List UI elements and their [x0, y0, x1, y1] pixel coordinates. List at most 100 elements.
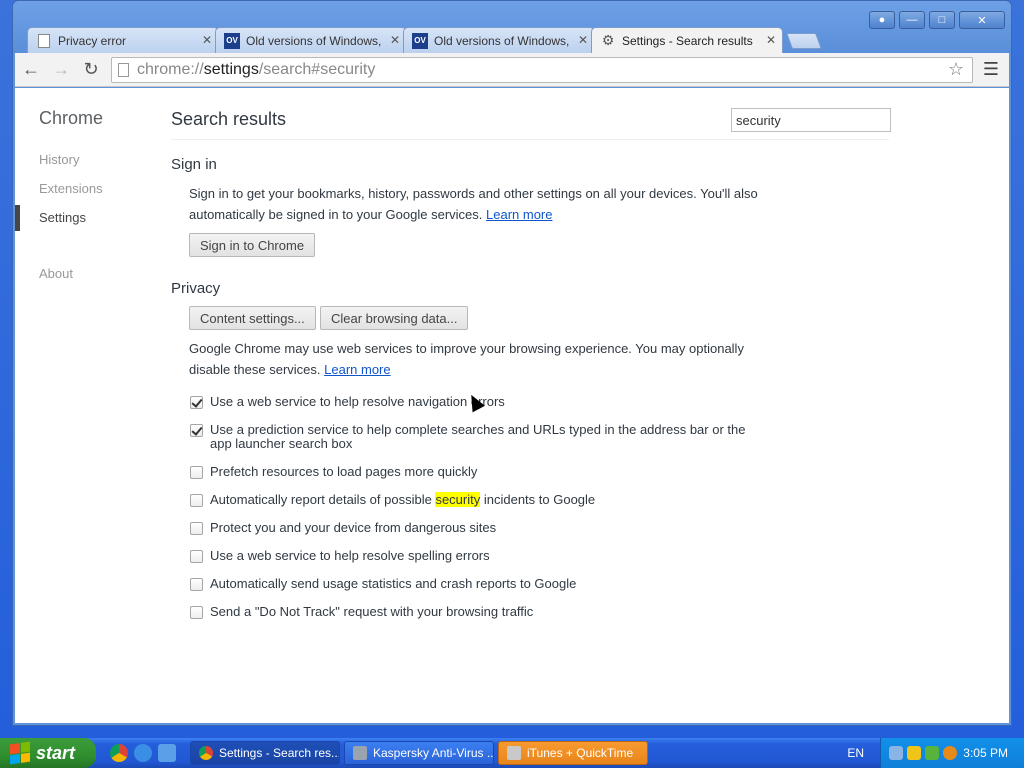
- language-indicator[interactable]: EN: [847, 746, 864, 760]
- option-do-not-track[interactable]: Send a "Do Not Track" request with your …: [190, 605, 770, 619]
- new-tab-button[interactable]: [786, 33, 822, 49]
- tab-strip: Privacy error ✕ OV Old versions of Windo…: [27, 27, 822, 53]
- task-label: Kaspersky Anti-Virus ...: [373, 746, 494, 760]
- menu-icon[interactable]: ☰: [977, 56, 1005, 84]
- option-security-reports[interactable]: Automatically report details of possible…: [190, 492, 770, 507]
- minimize-button[interactable]: —: [899, 11, 925, 29]
- forward-arrow-icon[interactable]: →: [47, 56, 75, 84]
- security-shield-icon[interactable]: [907, 746, 921, 760]
- sidebar-brand: Chrome: [39, 108, 104, 128]
- gear-icon: ⚙: [601, 32, 615, 48]
- url-host: settings: [203, 60, 259, 78]
- option-usage-stats[interactable]: Automatically send usage statistics and …: [190, 577, 770, 591]
- checkbox-label: Use a prediction service to help complet…: [210, 422, 746, 451]
- search-highlight: security: [435, 492, 481, 507]
- signin-description: Sign in to get your bookmarks, history, …: [189, 183, 779, 225]
- checkbox-label: Automatically report details of possible…: [210, 492, 770, 507]
- page-icon: [118, 62, 129, 77]
- label-text: Automatically report details of possible: [210, 492, 436, 507]
- checkbox[interactable]: [190, 396, 203, 409]
- checkbox-label: Protect you and your device from dangero…: [210, 520, 497, 535]
- maximize-button[interactable]: □: [929, 11, 955, 29]
- start-button[interactable]: start: [0, 738, 96, 768]
- chrome-icon: [199, 746, 213, 760]
- privacy-description: Google Chrome may use web services to im…: [189, 338, 779, 380]
- profile-icon[interactable]: ●: [869, 11, 895, 29]
- search-icon[interactable]: [943, 746, 957, 760]
- tab-close-icon[interactable]: ✕: [766, 33, 776, 47]
- checkbox[interactable]: [190, 522, 203, 535]
- selected-marker: [15, 205, 20, 231]
- tab-old-versions-2[interactable]: OV Old versions of Windows, Ma ✕: [403, 27, 595, 53]
- checkbox[interactable]: [190, 578, 203, 591]
- tab-close-icon[interactable]: ✕: [578, 33, 588, 47]
- task-label: Settings - Search res...: [219, 746, 340, 760]
- bookmark-star-icon[interactable]: ☆: [948, 59, 964, 80]
- ie-icon[interactable]: [134, 744, 152, 762]
- taskbar: start Settings - Search res... Kaspersky…: [0, 738, 1024, 768]
- tab-close-icon[interactable]: ✕: [202, 33, 212, 47]
- sign-in-button[interactable]: Sign in to Chrome: [189, 233, 316, 257]
- privacy-learn-more-link[interactable]: Learn more: [324, 362, 390, 377]
- checkbox[interactable]: [190, 424, 203, 437]
- desktop-icon[interactable]: [158, 744, 176, 762]
- url-scheme: chrome://: [137, 60, 204, 78]
- tab-title: Settings - Search results: [622, 33, 753, 48]
- sidebar-item-about[interactable]: About: [39, 266, 73, 281]
- option-prediction-service[interactable]: Use a prediction service to help complet…: [190, 423, 770, 451]
- tab-privacy-error[interactable]: Privacy error ✕: [27, 27, 219, 53]
- tab-title: Privacy error: [58, 33, 127, 48]
- back-arrow-icon[interactable]: ←: [17, 56, 45, 84]
- tab-old-versions-1[interactable]: OV Old versions of Windows, Ma ✕: [215, 27, 407, 53]
- windows-flag-icon: [10, 741, 30, 765]
- kaspersky-tray-icon[interactable]: [925, 746, 939, 760]
- checkbox-label: Use a web service to help resolve naviga…: [210, 394, 505, 409]
- ov-icon: OV: [412, 32, 428, 49]
- installer-icon: [507, 746, 521, 760]
- signin-learn-more-link[interactable]: Learn more: [486, 207, 552, 222]
- page-title: Search results: [171, 109, 287, 129]
- settings-sidebar: Chrome History Extensions Settings About: [15, 88, 165, 723]
- start-label: start: [36, 742, 76, 763]
- sidebar-item-extensions[interactable]: Extensions: [39, 181, 103, 196]
- checkbox[interactable]: [190, 550, 203, 563]
- browser-toolbar: ← → ↻ chrome:// settings /search#securit…: [15, 53, 1009, 87]
- option-prefetch[interactable]: Prefetch resources to load pages more qu…: [190, 465, 770, 479]
- sidebar-item-history[interactable]: History: [39, 152, 79, 167]
- tab-title: Old versions of Windows, Ma: [434, 33, 572, 48]
- address-bar[interactable]: chrome:// settings /search#security ☆: [111, 56, 973, 83]
- kaspersky-icon: [353, 746, 367, 760]
- chrome-window: ● — □ ✕ Privacy error ✕ OV Old versions …: [12, 0, 1012, 726]
- checkbox[interactable]: [190, 494, 203, 507]
- network-icon[interactable]: [889, 746, 903, 760]
- checkbox[interactable]: [190, 466, 203, 479]
- privacy-heading: Privacy: [171, 280, 221, 297]
- system-tray: 3:05 PM: [880, 738, 1024, 768]
- window-controls: ● — □ ✕: [869, 11, 1005, 29]
- checkbox-label: Send a "Do Not Track" request with your …: [210, 604, 534, 619]
- checkbox[interactable]: [190, 606, 203, 619]
- task-kaspersky[interactable]: Kaspersky Anti-Virus ...: [344, 741, 494, 765]
- task-chrome-settings[interactable]: Settings - Search res...: [190, 741, 340, 765]
- clock: 3:05 PM: [963, 746, 1008, 760]
- signin-heading: Sign in: [171, 156, 217, 173]
- tab-close-icon[interactable]: ✕: [390, 33, 400, 47]
- tab-settings[interactable]: ⚙ Settings - Search results ✕: [591, 27, 783, 53]
- settings-search-input[interactable]: [731, 108, 891, 132]
- option-spelling-service[interactable]: Use a web service to help resolve spelli…: [190, 549, 770, 563]
- signin-text: Sign in to get your bookmarks, history, …: [189, 186, 758, 222]
- settings-main: Search results Sign in Sign in to get yo…: [171, 88, 901, 723]
- sidebar-item-settings[interactable]: Settings: [39, 210, 86, 225]
- content-settings-button[interactable]: Content settings...: [189, 306, 316, 330]
- reload-icon[interactable]: ↻: [77, 56, 105, 84]
- task-label: iTunes + QuickTime: [527, 746, 634, 760]
- option-safe-browsing[interactable]: Protect you and your device from dangero…: [190, 521, 770, 535]
- quick-launch: [110, 744, 176, 762]
- close-window-button[interactable]: ✕: [959, 11, 1005, 29]
- task-itunes-installer[interactable]: iTunes + QuickTime: [498, 741, 648, 765]
- privacy-text: Google Chrome may use web services to im…: [189, 341, 744, 377]
- clear-browsing-data-button[interactable]: Clear browsing data...: [320, 306, 469, 330]
- tab-title: Old versions of Windows, Ma: [246, 33, 384, 48]
- url-path: /search#security: [258, 60, 376, 78]
- chrome-icon[interactable]: [110, 744, 128, 762]
